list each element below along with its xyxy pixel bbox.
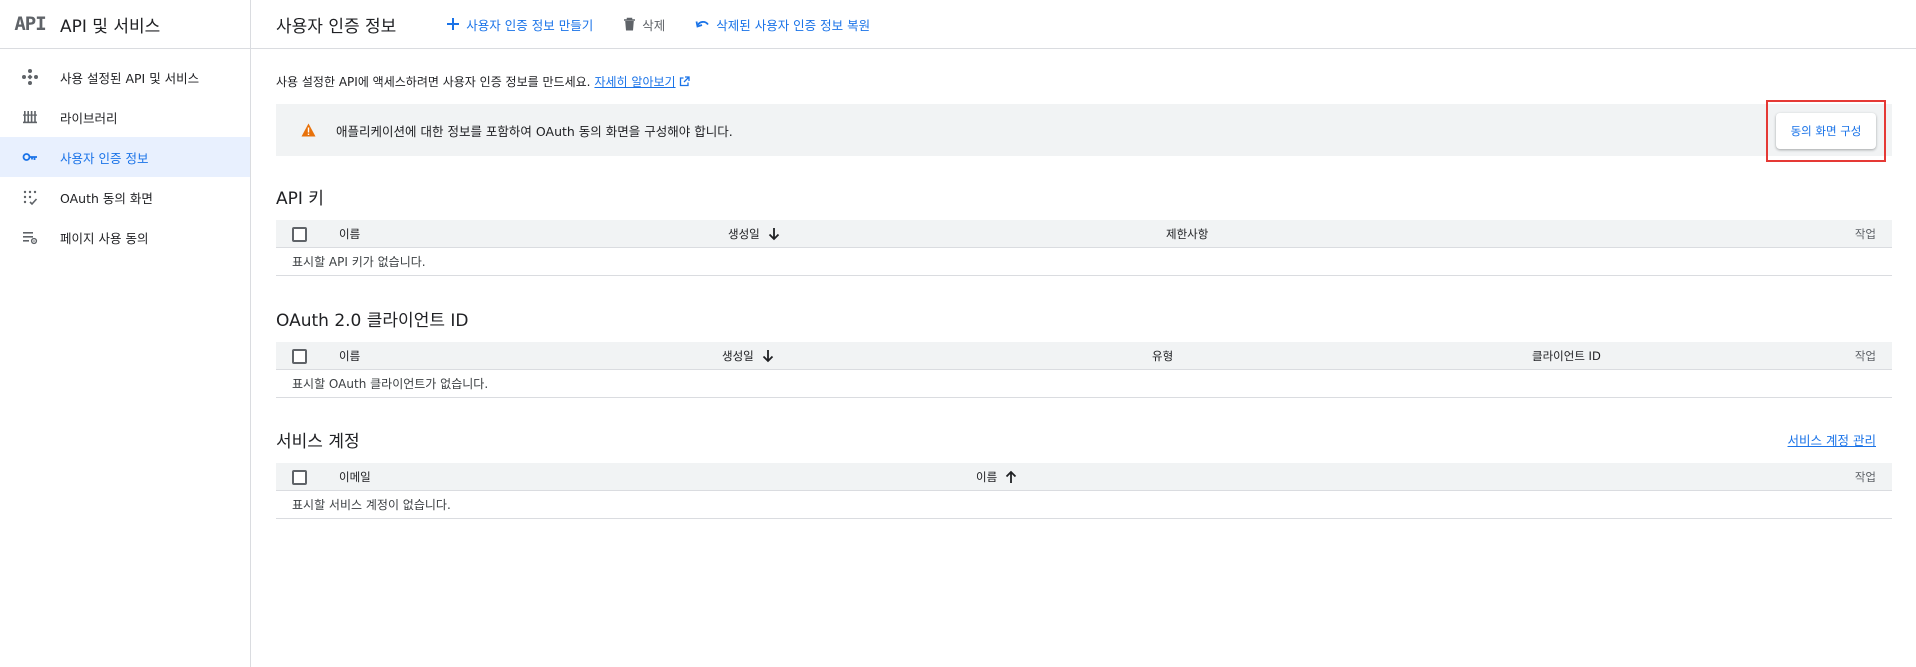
- api-logo[interactable]: API: [0, 13, 60, 35]
- table-header: 이메일 이름 작업: [276, 463, 1892, 491]
- intro-text: 사용 설정한 API에 액세스하려면 사용자 인증 정보를 만드세요.: [276, 75, 591, 89]
- column-name[interactable]: 이름: [976, 463, 1017, 491]
- app-root: API API 및 서비스 사용 설정된 API 및 서비스 라이브러리 사용자…: [0, 0, 1916, 667]
- column-name[interactable]: 이름: [339, 220, 360, 248]
- select-all-checkbox[interactable]: [292, 463, 307, 491]
- column-restrictions[interactable]: 제한사항: [1166, 220, 1208, 248]
- oauth-title: OAuth 2.0 클라이언트 ID: [276, 310, 469, 331]
- column-actions: 작업: [1854, 349, 1876, 363]
- delete-label: 삭제: [642, 17, 666, 33]
- sidebar-nav: 사용 설정된 API 및 서비스 라이브러리 사용자 인증 정보 OAuth 동…: [0, 49, 250, 257]
- service-accounts-header: 서비스 계정 서비스 계정 관리: [276, 429, 1892, 452]
- empty-message: 표시할 OAuth 클라이언트가 없습니다.: [276, 370, 1892, 398]
- page-title: 사용자 인증 정보: [276, 16, 397, 37]
- empty-message: 표시할 서비스 계정이 없습니다.: [276, 491, 1892, 519]
- restore-label: 삭제된 사용자 인증 정보 복원: [716, 17, 871, 33]
- column-created-label: 생성일: [722, 349, 754, 363]
- top-action-bar: 사용자 인증 정보 사용자 인증 정보 만들기 삭제 삭제된 사용자 인증 정보…: [251, 0, 1916, 49]
- external-link-icon[interactable]: [679, 76, 690, 87]
- sidebar-item-page-usage-agreements[interactable]: 페이지 사용 동의: [0, 217, 250, 257]
- column-type[interactable]: 유형: [1152, 342, 1173, 370]
- api-keys-table: 이름 생성일 제한사항 작업 표시할 API 키가 없습니다.: [276, 220, 1892, 276]
- trash-icon: [624, 17, 636, 31]
- empty-message: 표시할 API 키가 없습니다.: [276, 248, 1892, 276]
- consent-warning-banner: 애플리케이션에 대한 정보를 포함하여 OAuth 동의 화면을 구성해야 합니…: [276, 100, 1892, 162]
- column-email[interactable]: 이메일: [339, 463, 371, 491]
- warning-icon: [301, 123, 316, 137]
- sidebar-item-label: 라이브러리: [60, 110, 118, 126]
- sidebar-item-label: 사용자 인증 정보: [60, 150, 149, 166]
- banner-text: 애플리케이션에 대한 정보를 포함하여 OAuth 동의 화면을 구성해야 합니…: [336, 123, 733, 139]
- arrow-down-icon: [768, 228, 779, 241]
- sidebar-item-credentials[interactable]: 사용자 인증 정보: [0, 137, 250, 177]
- plus-icon: [447, 18, 460, 30]
- column-created[interactable]: 생성일: [728, 220, 780, 248]
- select-all-checkbox[interactable]: [292, 342, 307, 370]
- column-name[interactable]: 이름: [339, 342, 360, 370]
- library-icon: [0, 108, 60, 126]
- sidebar-item-label: 페이지 사용 동의: [60, 230, 149, 246]
- create-credentials-button[interactable]: 사용자 인증 정보 만들기: [446, 15, 593, 34]
- api-keys-title: API 키: [276, 188, 324, 209]
- delete-button[interactable]: 삭제: [623, 15, 665, 34]
- sidebar-item-oauth-consent[interactable]: OAuth 동의 화면: [0, 177, 250, 217]
- sidebar-item-enabled-apis[interactable]: 사용 설정된 API 및 서비스: [0, 57, 250, 97]
- sidebar-item-library[interactable]: 라이브러리: [0, 97, 250, 137]
- learn-more-link[interactable]: 자세히 알아보기: [594, 73, 675, 90]
- consent-button-highlight: 동의 화면 구성: [1766, 100, 1886, 162]
- arrow-up-icon: [1006, 470, 1017, 483]
- restore-deleted-credentials-button[interactable]: 삭제된 사용자 인증 정보 복원: [695, 15, 870, 34]
- table-header: 이름 생성일 유형 클라이언트 ID 작업: [276, 342, 1892, 370]
- undo-icon: [695, 21, 709, 28]
- api-keys-header: API 키: [276, 186, 1892, 209]
- create-credentials-label: 사용자 인증 정보 만들기: [466, 17, 594, 33]
- arrow-down-icon: [762, 350, 773, 363]
- api-hub-icon: [0, 68, 60, 86]
- column-actions: 작업: [1854, 227, 1876, 241]
- service-accounts-title: 서비스 계정: [276, 431, 360, 452]
- column-name-label: 이름: [976, 470, 998, 484]
- oauth-header: OAuth 2.0 클라이언트 ID: [276, 308, 1892, 331]
- service-accounts-table: 이메일 이름 작업 표시할 서비스 계정이 없습니다.: [276, 463, 1892, 519]
- main-content: 사용 설정한 API에 액세스하려면 사용자 인증 정보를 만드세요. 자세히 …: [276, 49, 1892, 519]
- column-created[interactable]: 생성일: [722, 342, 774, 370]
- column-client-id[interactable]: 클라이언트 ID: [1532, 342, 1601, 370]
- table-header: 이름 생성일 제한사항 작업: [276, 220, 1892, 248]
- consent-grid-icon: [0, 188, 60, 206]
- sidebar-header: API API 및 서비스: [0, 0, 250, 49]
- sidebar: API API 및 서비스 사용 설정된 API 및 서비스 라이브러리 사용자…: [0, 0, 251, 667]
- key-icon: [0, 148, 60, 166]
- column-created-label: 생성일: [728, 227, 760, 241]
- select-all-checkbox[interactable]: [292, 220, 307, 248]
- sidebar-item-label: OAuth 동의 화면: [60, 190, 153, 206]
- sidebar-title[interactable]: API 및 서비스: [60, 12, 160, 37]
- oauth-clients-table: 이름 생성일 유형 클라이언트 ID 작업 표시할 OAuth 클라이언트가 없…: [276, 342, 1892, 398]
- settings-list-icon: [0, 228, 60, 246]
- intro-line: 사용 설정한 API에 액세스하려면 사용자 인증 정보를 만드세요. 자세히 …: [276, 73, 1892, 90]
- sidebar-item-label: 사용 설정된 API 및 서비스: [60, 70, 200, 86]
- manage-service-accounts-link[interactable]: 서비스 계정 관리: [1788, 430, 1876, 449]
- configure-consent-screen-button[interactable]: 동의 화면 구성: [1776, 113, 1876, 149]
- column-actions: 작업: [1854, 470, 1876, 484]
